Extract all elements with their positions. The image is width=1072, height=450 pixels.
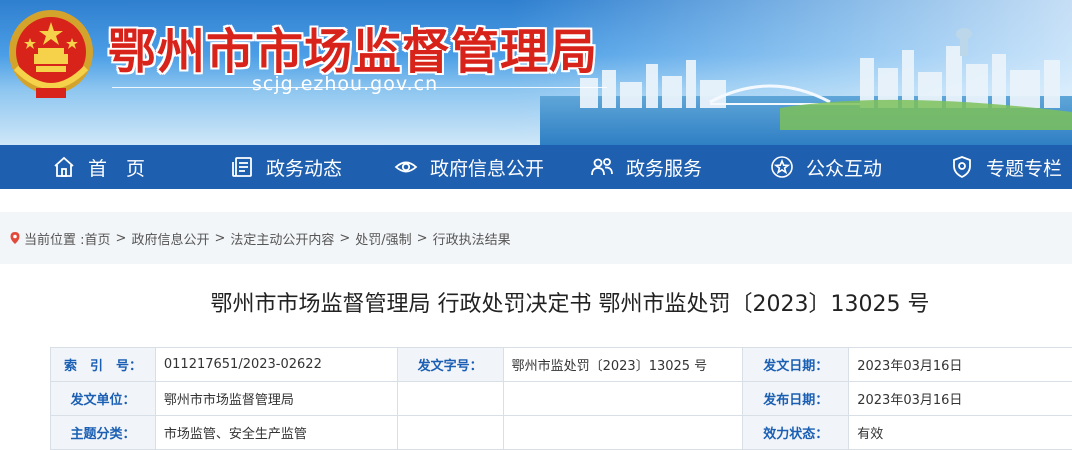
shield-icon	[953, 156, 971, 179]
document-info-table: 索 引 号： 011217651/2023-02622 发文字号： 鄂州市监处罚…	[50, 347, 1072, 450]
home-icon	[54, 156, 74, 177]
breadcrumb-prefix: 当前位置 :	[24, 232, 85, 248]
document-title: 鄂州市市场监督管理局 行政处罚决定书 鄂州市监处罚〔2023〕13025 号	[210, 292, 930, 317]
nav-item-gov-info[interactable]: 政府信息公开	[394, 145, 544, 189]
issuer-label: 发文单位：	[50, 381, 156, 416]
doc-number-value: 鄂州市监处罚〔2023〕13025 号	[502, 347, 744, 382]
nav-label-news: 政务动态	[266, 157, 343, 180]
breadcrumb-item-penalty[interactable]: 处罚/强制	[355, 229, 411, 248]
header-banner: 鄂州市市场监督管理局 scjg.ezhou.gov.cn	[0, 0, 1072, 145]
site-title: 鄂州市市场监督管理局	[108, 24, 599, 80]
index-number-value: 011217651/2023-02622	[154, 347, 398, 382]
topic-label: 主题分类：	[50, 415, 156, 450]
table-row: 索 引 号： 011217651/2023-02622 发文字号： 鄂州市监处罚…	[50, 347, 1072, 382]
empty-label-cell	[396, 415, 504, 450]
city-skyline-image	[580, 28, 1072, 130]
nav-item-interaction[interactable]: 公众互动	[770, 145, 882, 189]
breadcrumb: 当前位置 : 首页 > 政府信息公开 > 法定主动公开内容 > 处罚/强制 > …	[0, 212, 1072, 264]
people-icon	[591, 158, 613, 176]
star-icon	[771, 156, 793, 178]
nav-item-news[interactable]: 政务动态	[230, 145, 342, 189]
empty-label-cell	[396, 381, 504, 416]
validity-value: 有效	[848, 415, 1072, 450]
location-pin-icon	[10, 232, 20, 244]
nav-label-gov-info: 政府信息公开	[430, 157, 545, 180]
breadcrumb-item-statutory[interactable]: 法定主动公开内容	[230, 229, 334, 248]
topic-value: 市场监管、安全生产监管	[154, 415, 398, 450]
eye-icon	[394, 161, 418, 173]
nav-label-topics: 专题专栏	[986, 157, 1063, 180]
publish-date-label: 发布日期：	[742, 381, 850, 416]
news-icon	[232, 157, 252, 177]
issue-date-label: 发文日期：	[742, 347, 850, 382]
empty-value-cell	[502, 381, 744, 416]
table-row: 发文单位： 鄂州市市场监督管理局 发布日期： 2023年03月16日	[50, 381, 1072, 416]
publish-date-value: 2023年03月16日	[848, 381, 1072, 416]
national-emblem-icon	[9, 10, 93, 98]
validity-label: 效力状态：	[742, 415, 850, 450]
nav-label-interaction: 公众互动	[806, 157, 883, 180]
doc-number-label: 发文字号：	[396, 347, 504, 382]
nav-item-home[interactable]: 首 页	[52, 145, 145, 189]
nav-label-services: 政务服务	[626, 157, 703, 180]
breadcrumb-separator: >	[416, 230, 428, 246]
table-row: 主题分类： 市场监管、安全生产监管 效力状态： 有效	[50, 415, 1072, 450]
breadcrumb-item-results[interactable]: 行政执法结果	[433, 229, 511, 248]
breadcrumb-item-gov-info[interactable]: 政府信息公开	[131, 229, 209, 248]
nav-item-topics[interactable]: 专题专栏	[950, 145, 1062, 189]
empty-value-cell	[502, 415, 744, 450]
breadcrumb-separator: >	[214, 230, 226, 246]
breadcrumb-item-home[interactable]: 首页	[85, 229, 111, 248]
site-domain: scjg.ezhou.gov.cn	[252, 73, 439, 95]
nav-label-home: 首 页	[88, 157, 146, 180]
issue-date-value: 2023年03月16日	[848, 347, 1072, 382]
breadcrumb-separator: >	[115, 230, 127, 246]
issuer-value: 鄂州市市场监督管理局	[154, 381, 398, 416]
breadcrumb-separator: >	[339, 230, 351, 246]
main-nav: 首 页 政务动态 政府信息公开 政务服务 公众互动 专题专栏	[0, 145, 1072, 189]
nav-item-services[interactable]: 政务服务	[590, 145, 702, 189]
index-number-label: 索 引 号：	[50, 347, 156, 382]
